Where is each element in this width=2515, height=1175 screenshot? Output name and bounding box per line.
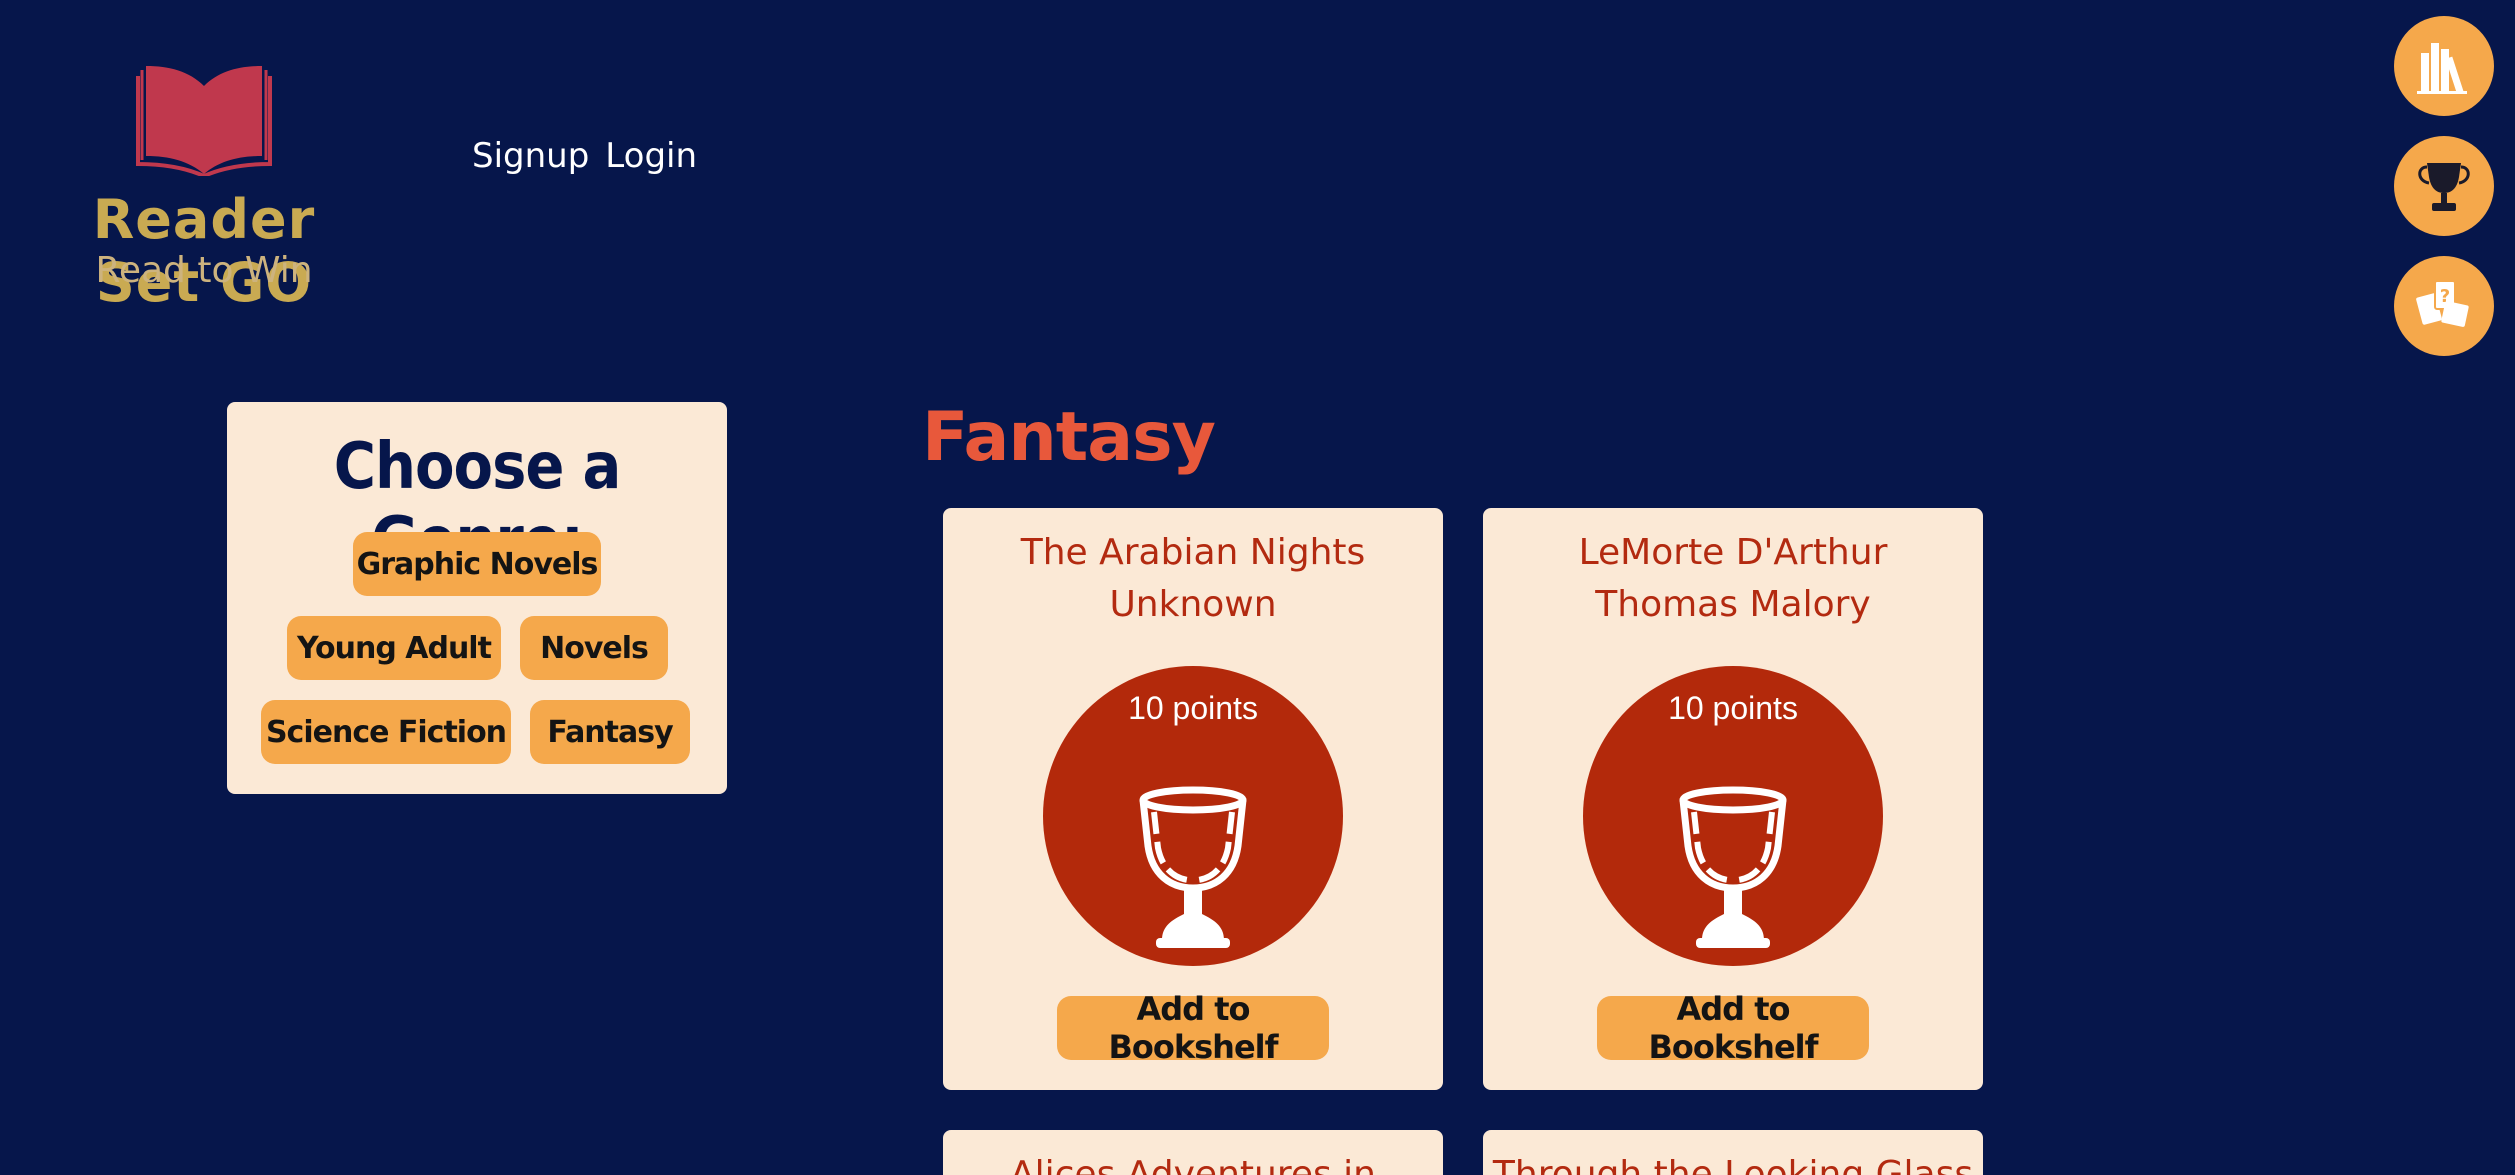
genre-button-novels[interactable]: Novels — [520, 616, 668, 680]
book-card: LeMorte D'Arthur Thomas Malory 10 points… — [1483, 508, 1983, 1090]
book-card: Alices Adventures in — [943, 1130, 1443, 1175]
genre-button-science-fiction[interactable]: Science Fiction — [261, 700, 511, 764]
brand-subtitle: Read to Win — [95, 250, 313, 291]
book-author: Unknown — [1109, 584, 1277, 625]
book-title: LeMorte D'Arthur — [1578, 532, 1888, 573]
book-title: Through the Looking Glass — [1492, 1154, 1974, 1175]
bookshelf-button[interactable] — [2394, 16, 2494, 116]
points-badge: 10 points — [1583, 666, 1883, 966]
add-to-bookshelf-button[interactable]: Add to Bookshelf — [1057, 990, 1329, 1066]
top-nav: Signup Login — [472, 136, 697, 176]
bookshelf-icon — [2417, 43, 2467, 94]
book-author: Thomas Malory — [1595, 584, 1871, 625]
book-card: The Arabian Nights Unknown 10 points Add… — [943, 508, 1443, 1090]
cards-button[interactable]: ? — [2394, 256, 2494, 356]
book-title: The Arabian Nights — [1020, 532, 1366, 573]
side-icon-bar: ? — [2394, 16, 2494, 356]
cards-icon: ? — [2416, 280, 2469, 327]
add-to-bookshelf-button[interactable]: Add to Bookshelf — [1597, 990, 1869, 1066]
points-label: 10 points — [1128, 690, 1258, 726]
points-label: 10 points — [1668, 690, 1798, 726]
genre-button-young-adult[interactable]: Young Adult — [287, 616, 501, 680]
trophy-icon — [2418, 163, 2470, 211]
section-title: Fantasy — [922, 398, 1216, 477]
trophy-button[interactable] — [2394, 136, 2494, 236]
trophy-icon — [1679, 786, 1787, 948]
open-book-icon — [136, 66, 272, 176]
logo[interactable]: Reader Set GO Read to Win — [48, 56, 360, 314]
book-card: Through the Looking Glass — [1483, 1130, 1983, 1175]
points-badge: 10 points — [1043, 666, 1343, 966]
genre-button-graphic-novels[interactable]: Graphic Novels — [353, 532, 601, 596]
genre-panel: Choose a Genre: Graphic Novels Young Adu… — [227, 402, 727, 794]
book-title: Alices Adventures in — [1010, 1154, 1376, 1175]
login-link[interactable]: Login — [605, 136, 697, 176]
trophy-icon — [1139, 786, 1247, 948]
signup-link[interactable]: Signup — [472, 136, 589, 176]
genre-button-fantasy[interactable]: Fantasy — [530, 700, 690, 764]
